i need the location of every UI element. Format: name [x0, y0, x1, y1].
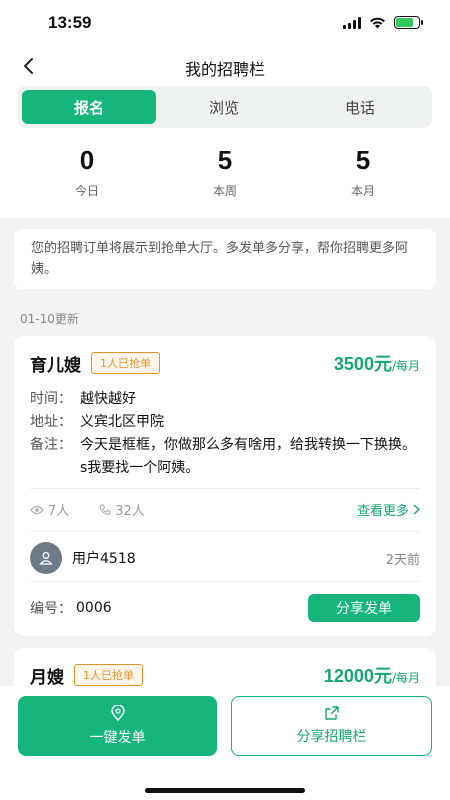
order-row: 编号： 0006 分享发单 [30, 594, 420, 622]
notice-box: 您的招聘订单将展示到抢单大厅。多发单多分享，帮你招聘更多阿姨。 [14, 229, 436, 289]
calls-count: 32人 [115, 504, 145, 519]
location-pin-icon [110, 705, 125, 721]
info-key: 时间： [30, 391, 72, 407]
user-icon [39, 552, 53, 565]
job-card[interactable]: 育儿嫂 1人已抢单 3500元 /每月 时间： 越快越好 地址： 义宾北区甲院 … [14, 336, 436, 636]
salary-unit: /每月 [391, 671, 420, 685]
phone-icon [100, 504, 111, 515]
status-bar: 13:59 [0, 0, 450, 48]
update-date: 01-10更新 [20, 312, 79, 326]
battery-icon [394, 16, 423, 29]
tab-browse[interactable]: 浏览 [156, 90, 292, 124]
avatar [30, 542, 62, 574]
bottom-action-bar: 一键发单 分享招聘栏 [0, 686, 450, 800]
tab-phone[interactable]: 电话 [292, 90, 428, 124]
share-board-label: 分享招聘栏 [296, 729, 367, 745]
stat-value: 5 [217, 145, 233, 175]
metrics-row: 7人 32人 查看更多 [30, 500, 420, 519]
chevron-right-icon [413, 504, 420, 515]
info-key: 备注： [30, 437, 72, 453]
info-value: 义宾北区甲院 [80, 414, 164, 430]
divider [30, 488, 420, 489]
top-panel: 报名 浏览 电话 0 今日 5 本周 5 本月 [0, 84, 450, 218]
share-order-button[interactable]: 分享发单 [308, 594, 420, 622]
job-type: 月嫂 [30, 667, 64, 688]
job-type: 育儿嫂 [30, 355, 81, 376]
stat-today: 0 今日 [18, 144, 156, 199]
card-header: 育儿嫂 1人已抢单 3500元 /每月 [30, 350, 420, 376]
info-key: 地址： [30, 414, 72, 430]
wifi-icon [370, 17, 385, 28]
eye-icon [30, 505, 44, 514]
salary: 3500元 /每月 [334, 350, 420, 376]
signal-icon [343, 16, 361, 29]
info-row-address: 地址： 义宾北区甲院 [30, 411, 420, 434]
views-count: 7人 [48, 504, 70, 519]
tab-bar: 报名 浏览 电话 [18, 86, 432, 128]
post-order-button[interactable]: 一键发单 [18, 696, 217, 756]
job-info: 时间： 越快越好 地址： 义宾北区甲院 备注： 今天是框框，你做那么多有啥用，给… [30, 388, 420, 480]
see-more-link[interactable]: 查看更多 [357, 500, 420, 519]
post-order-label: 一键发单 [89, 730, 146, 746]
stat-month: 5 本月 [294, 144, 432, 199]
info-value: 越快越好 [80, 391, 136, 407]
stat-week: 5 本周 [156, 144, 294, 199]
page-title: 我的招聘栏 [184, 60, 265, 79]
salary: 12000元 /每月 [324, 662, 420, 688]
grabbed-badge: 1人已抢单 [91, 352, 160, 374]
share-icon [324, 706, 339, 720]
posted-time: 2天前 [385, 552, 420, 568]
tab-signup[interactable]: 报名 [22, 90, 156, 124]
info-row-note: 备注： 今天是框框，你做那么多有啥用，给我转换一下换换。s我要找一个阿姨。 [30, 434, 420, 480]
grabbed-badge: 1人已抢单 [74, 664, 143, 686]
views-metric: 7人 [30, 500, 69, 519]
card-header: 月嫂 1人已抢单 12000元 /每月 [30, 662, 420, 688]
info-value: 今天是框框，你做那么多有啥用，给我转换一下换换。s我要找一个阿姨。 [80, 437, 416, 476]
home-indicator [145, 788, 305, 793]
status-icons [343, 16, 423, 29]
status-time: 13:59 [48, 13, 92, 32]
stat-label: 今日 [74, 184, 99, 198]
stat-label: 本周 [212, 184, 237, 198]
divider [30, 531, 420, 532]
stats-row: 0 今日 5 本周 5 本月 [18, 144, 432, 199]
stat-label: 本月 [350, 184, 375, 198]
calls-metric: 32人 [99, 500, 145, 519]
user-name: 用户4518 [72, 551, 136, 567]
order-label: 编号： [30, 601, 72, 617]
stat-value: 5 [355, 145, 371, 175]
salary-amount: 12000元 [323, 666, 392, 686]
stat-value: 0 [79, 145, 95, 175]
nav-bar: 我的招聘栏 [0, 48, 450, 84]
see-more-label: 查看更多 [356, 504, 409, 519]
order-number: 0006 [76, 600, 112, 616]
user-row: 用户4518 2天前 [30, 542, 420, 574]
salary-unit: /每月 [391, 359, 420, 373]
share-board-button[interactable]: 分享招聘栏 [231, 696, 432, 756]
divider [30, 581, 420, 582]
salary-amount: 3500元 [333, 354, 392, 374]
info-row-time: 时间： 越快越好 [30, 388, 420, 411]
